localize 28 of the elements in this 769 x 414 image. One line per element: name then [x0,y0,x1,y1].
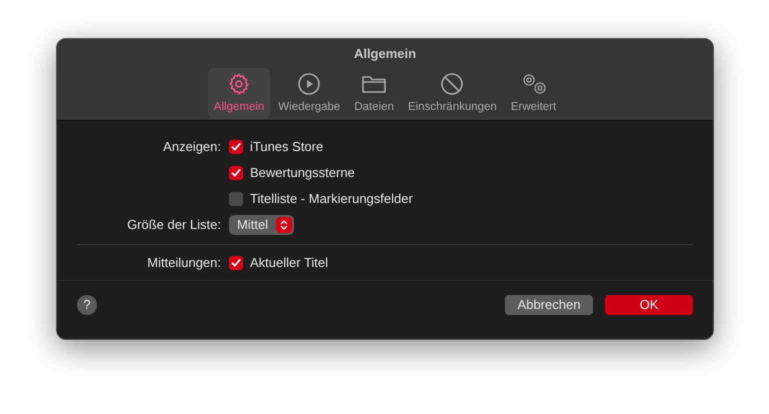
checkbox[interactable] [229,192,243,206]
toolbar-tab[interactable]: Wiedergabe [272,68,346,119]
checkbox[interactable] [229,256,243,270]
field-label: Mitteilungen: [146,254,222,272]
window-title: Allgemein [354,45,416,63]
checkbox-label: Titelliste - Markierungsfelder [250,190,413,208]
prohibited-icon [440,72,464,96]
popup-menu[interactable]: Mittel [229,215,294,235]
toolbar-tab[interactable]: Einschränkungen [402,68,503,119]
checkbox-label: Bewertungssterne [250,164,355,182]
play-icon [297,72,322,96]
stepper-icon [276,217,292,233]
checkbox[interactable] [229,140,243,154]
cancel-button[interactable]: Abbrechen [505,295,593,315]
gear-icon [227,72,252,96]
checkbox-label: Aktueller Titel [250,254,328,272]
field-label: Größe der Liste: [126,216,222,234]
checkbox[interactable] [229,166,243,180]
toolbar-tab[interactable]: Allgemein [208,68,270,119]
field-label: Anzeigen: [162,138,222,156]
ok-button[interactable]: OK [605,295,693,315]
toolbar-tab[interactable]: Erweitert [504,68,562,119]
checkmark-icon [231,168,241,178]
help-button[interactable]: ? [77,295,97,315]
checkmark-icon [231,258,241,268]
checkmark-icon [231,142,241,152]
checkbox-label: iTunes Store [250,138,324,156]
toolbar-tab[interactable]: Dateien [348,68,400,119]
